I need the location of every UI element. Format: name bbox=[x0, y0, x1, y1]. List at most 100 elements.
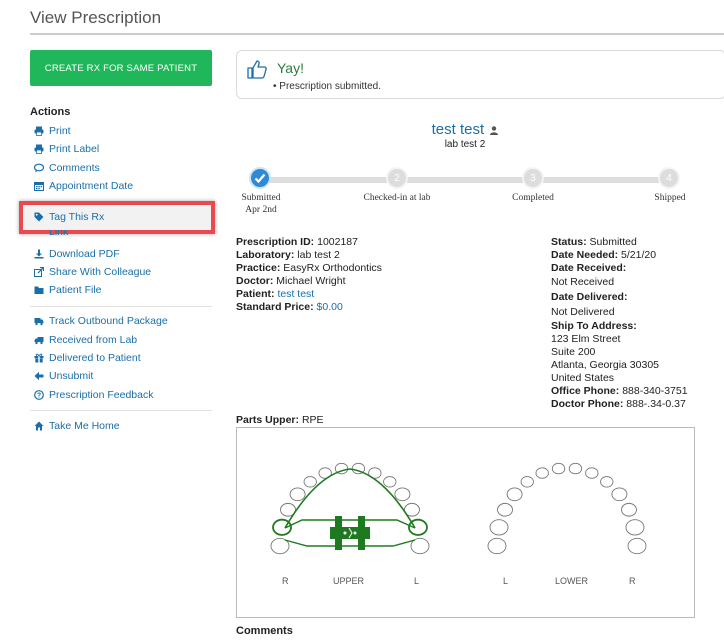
svg-text:?: ? bbox=[36, 393, 40, 400]
folder-icon bbox=[33, 285, 44, 296]
prescription-feedback-label: Prescription Feedback bbox=[49, 389, 154, 401]
lower-label: LOWER bbox=[555, 576, 589, 586]
download-pdf-link[interactable]: Download PDF bbox=[33, 248, 120, 260]
patient-file-link[interactable]: Patient File bbox=[33, 284, 102, 296]
print-icon bbox=[33, 126, 44, 137]
take-me-home-link[interactable]: Take Me Home bbox=[33, 420, 120, 432]
tooth bbox=[394, 487, 411, 502]
progress-track bbox=[262, 177, 670, 183]
details-right: Status: Submitted Date Needed: 5/21/20 D… bbox=[551, 236, 688, 410]
page-title: View Prescription bbox=[30, 8, 162, 27]
received-from-lab-label: Received from Lab bbox=[49, 334, 138, 346]
delivered-to-patient-label: Delivered to Patient bbox=[49, 352, 141, 364]
tooth bbox=[520, 476, 534, 488]
track-package-label: Track Outbound Package bbox=[49, 315, 168, 327]
track-package-link[interactable]: Track Outbound Package bbox=[33, 315, 168, 327]
teeth-chart-svg: R UPPER L L LOWER R bbox=[270, 462, 647, 586]
tooth bbox=[487, 537, 507, 555]
upper-l-label: L bbox=[414, 576, 419, 586]
price-link[interactable]: $0.00 bbox=[317, 301, 343, 313]
step-completed: 3 bbox=[522, 167, 544, 189]
tooth bbox=[303, 476, 317, 488]
print-label: Print bbox=[49, 125, 71, 137]
patient-link[interactable]: test test bbox=[277, 288, 314, 300]
step-number: 4 bbox=[666, 172, 672, 184]
received-from-lab-link[interactable]: Received from Lab bbox=[33, 334, 137, 346]
tooth bbox=[627, 537, 647, 555]
share-icon bbox=[33, 267, 44, 278]
title-divider bbox=[30, 33, 724, 35]
tooth bbox=[535, 467, 549, 479]
appointment-date-label: Appointment Date bbox=[49, 180, 134, 192]
truck-icon bbox=[33, 335, 44, 346]
link-link[interactable]: Link bbox=[33, 230, 68, 238]
actions-heading: Actions bbox=[30, 106, 71, 118]
lower-r-label: R bbox=[629, 576, 636, 586]
print-link[interactable]: Print bbox=[33, 125, 71, 137]
step-label-completed: Completed bbox=[512, 193, 554, 203]
unsubmit-link[interactable]: Unsubmit bbox=[33, 370, 93, 382]
tag-this-rx-label: Tag This Rx bbox=[49, 211, 105, 223]
comments-label: Comments bbox=[49, 162, 100, 174]
appointment-date-link[interactable]: Appointment Date bbox=[33, 180, 133, 192]
upper-label: UPPER bbox=[333, 576, 365, 586]
link-label: Link bbox=[49, 230, 69, 238]
print-label-label: Print Label bbox=[49, 143, 100, 155]
details-left: Prescription ID: 1002187 Laboratory: lab… bbox=[236, 236, 382, 313]
tag-icon bbox=[33, 212, 44, 223]
step-label-checked-in: Checked-in at lab bbox=[363, 193, 431, 203]
lower-arch bbox=[487, 462, 647, 555]
step-checked-in: 2 bbox=[386, 167, 408, 189]
print-label-link[interactable]: Print Label bbox=[33, 143, 99, 155]
step-submitted bbox=[249, 167, 271, 189]
download-icon bbox=[33, 249, 44, 260]
print-icon bbox=[33, 144, 44, 155]
parts-upper: Parts Upper: RPE bbox=[236, 414, 324, 426]
calendar-icon bbox=[33, 181, 44, 192]
arrow-left-icon bbox=[33, 371, 44, 382]
tooth bbox=[600, 476, 614, 488]
tag-this-rx-link[interactable]: Tag This Rx bbox=[33, 211, 104, 223]
tooth bbox=[621, 502, 637, 517]
step-label-submitted: Submitted Apr 2nd bbox=[241, 193, 281, 215]
tooth bbox=[568, 462, 583, 475]
tooth bbox=[289, 487, 306, 502]
share-colleague-link[interactable]: Share With Colleague bbox=[33, 266, 151, 278]
check-icon bbox=[254, 173, 266, 184]
download-pdf-label: Download PDF bbox=[49, 248, 120, 260]
actions-divider bbox=[30, 306, 212, 307]
share-colleague-label: Share With Colleague bbox=[49, 266, 152, 278]
create-rx-button[interactable]: CREATE RX FOR SAME PATIENT bbox=[30, 50, 212, 86]
truck-icon bbox=[33, 316, 44, 327]
comments-icon bbox=[33, 163, 44, 174]
patient-name-link[interactable]: test test bbox=[432, 121, 485, 138]
patient-lab: lab test 2 bbox=[444, 139, 486, 150]
delivered-to-patient-link[interactable]: Delivered to Patient bbox=[33, 352, 141, 364]
step-number: 3 bbox=[530, 172, 536, 184]
take-me-home-label: Take Me Home bbox=[49, 420, 120, 432]
tooth bbox=[489, 519, 509, 536]
actions-divider bbox=[30, 410, 212, 411]
teeth-diagram: R UPPER L L LOWER R bbox=[236, 427, 695, 618]
step-shipped: 4 bbox=[658, 167, 680, 189]
tooth bbox=[551, 462, 566, 475]
prescription-feedback-link[interactable]: ? Prescription Feedback bbox=[33, 389, 153, 401]
tooth bbox=[585, 467, 599, 479]
upper-arch bbox=[270, 462, 430, 555]
unsubmit-label: Unsubmit bbox=[49, 370, 94, 382]
tooth bbox=[611, 487, 628, 502]
patient-file-label: Patient File bbox=[49, 284, 102, 296]
gift-icon bbox=[33, 353, 44, 364]
success-alert: Yay! • Prescription submitted. bbox=[236, 50, 724, 99]
alert-title: Yay! bbox=[277, 60, 304, 76]
patient-name: test test bbox=[300, 121, 630, 139]
comments-heading: Comments bbox=[236, 625, 293, 637]
step-number: 2 bbox=[394, 172, 400, 184]
tooth bbox=[383, 476, 397, 488]
user-icon bbox=[490, 122, 499, 139]
upper-r-label: R bbox=[282, 576, 289, 586]
tooth bbox=[625, 519, 645, 536]
alert-message: • Prescription submitted. bbox=[273, 81, 381, 92]
lower-l-label: L bbox=[503, 576, 508, 586]
comments-link[interactable]: Comments bbox=[33, 162, 100, 174]
